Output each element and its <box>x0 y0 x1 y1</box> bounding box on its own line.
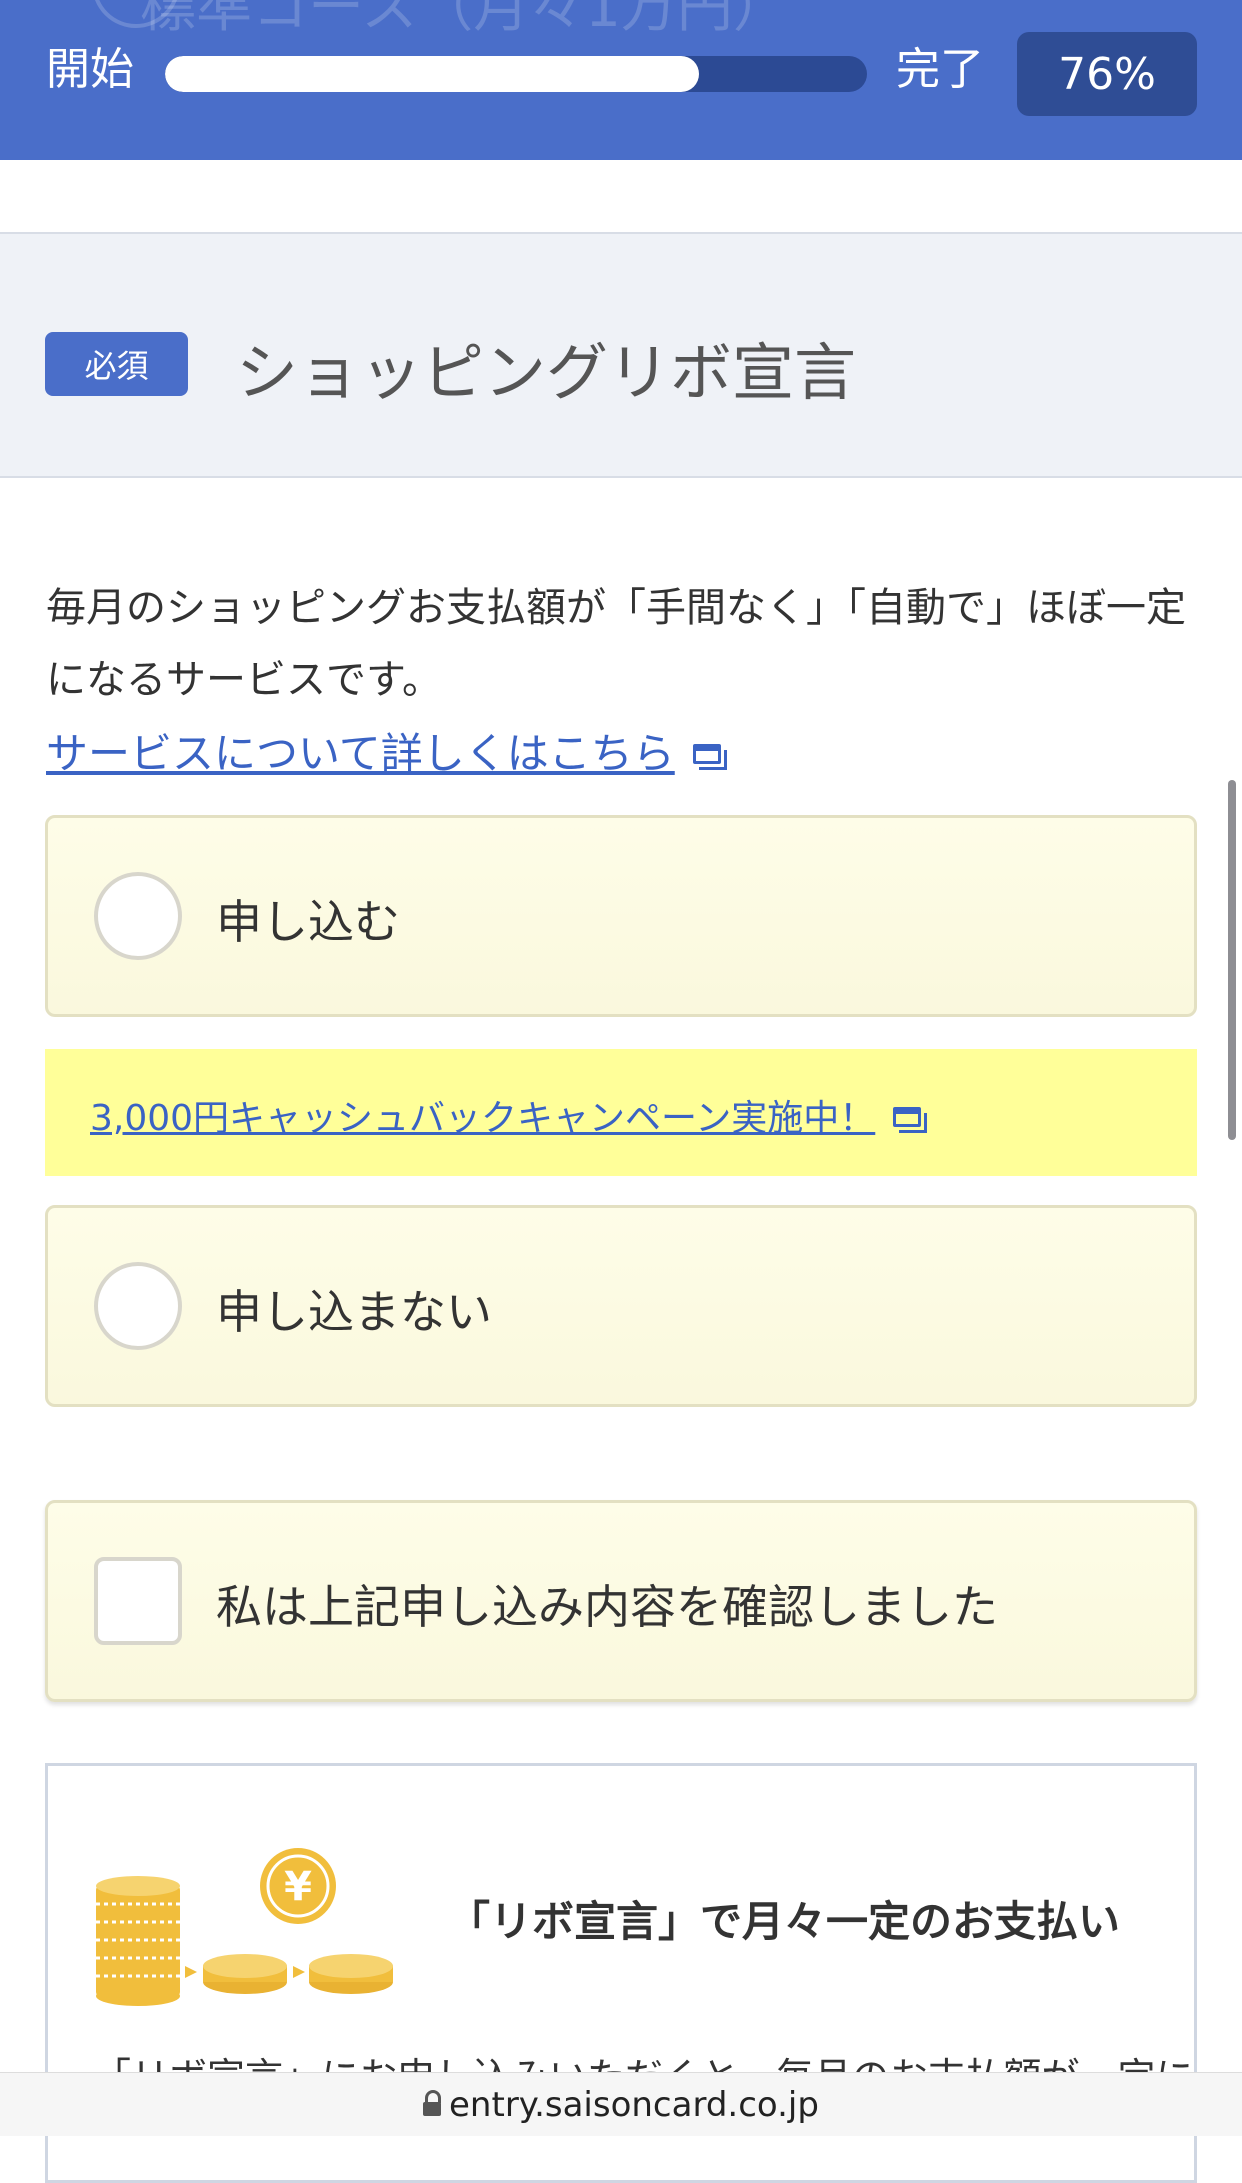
section-title: ショッピングリボ宣言 <box>236 336 857 409</box>
required-badge: 必須 <box>45 332 188 396</box>
option-decline-label: 申し込まない <box>216 1285 492 1339</box>
campaign-banner: 3,000円キャッシュバックキャンペーン実施中！ <box>45 1049 1197 1176</box>
external-window-icon <box>692 743 727 770</box>
external-window-icon <box>893 1107 928 1133</box>
progress-end-label: 完了 <box>896 44 984 95</box>
info-title: 「リボ宣言」で月々一定のお支払い <box>448 1897 1121 1946</box>
confirm-card[interactable]: 私は上記申し込み内容を確認しました <box>45 1500 1197 1702</box>
option-apply-label: 申し込む <box>216 895 400 949</box>
radio-decline[interactable] <box>94 1262 182 1350</box>
progress-header: 標準コース（月々1万円） 開始 完了 76% <box>0 0 1242 160</box>
scrollbar[interactable] <box>1228 780 1236 1140</box>
progress-track <box>165 56 867 92</box>
url-text: entry.saisoncard.co.jp <box>449 2084 819 2125</box>
radio-apply[interactable] <box>94 872 182 960</box>
browser-address-bar[interactable]: entry.saisoncard.co.jp <box>0 2072 1242 2136</box>
service-detail-link-label: サービスについて詳しくはこちら <box>46 729 675 778</box>
option-apply[interactable]: 申し込む <box>45 815 1197 1017</box>
progress-fill <box>165 56 699 92</box>
section-header: 必須 ショッピングリボ宣言 <box>0 232 1242 478</box>
confirm-label: 私は上記申し込み内容を確認しました <box>216 1580 998 1634</box>
service-detail-link[interactable]: サービスについて詳しくはこちら <box>46 720 727 781</box>
coins-yen-icon: ¥ <box>96 1848 393 2006</box>
lock-icon <box>423 2089 442 2120</box>
ghost-course-label: 標準コース（月々1万円） <box>140 0 789 40</box>
svg-text:¥: ¥ <box>284 1864 312 1910</box>
campaign-link[interactable]: 3,000円キャッシュバックキャンペーン実施中！ <box>90 1089 928 1141</box>
option-decline[interactable]: 申し込まない <box>45 1205 1197 1407</box>
progress-start-label: 開始 <box>46 44 134 95</box>
confirm-checkbox[interactable] <box>94 1557 182 1645</box>
service-description: 毎月のショッピングお支払額が「手間なく」「自動で」ほぼ一定になるサービスです。 <box>46 585 1186 703</box>
progress-percent-badge: 76% <box>1017 32 1197 116</box>
campaign-link-label: 3,000円キャッシュバックキャンペーン実施中！ <box>90 1098 876 1139</box>
